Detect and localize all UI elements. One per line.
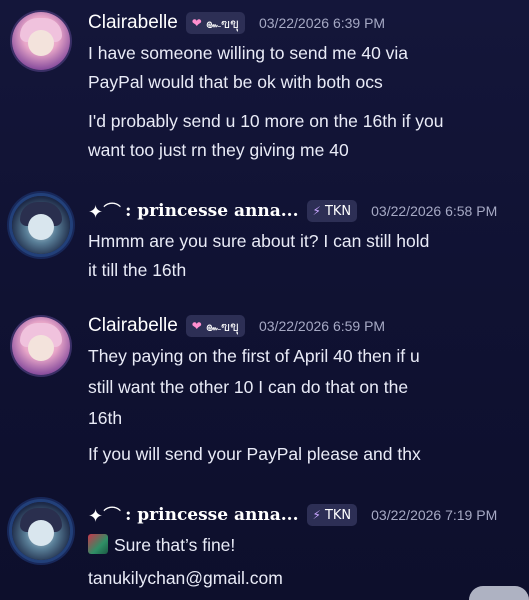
message-text: Sure that’s fine!	[114, 535, 236, 555]
timestamp: 03/22/2026 6:39 PM	[258, 15, 386, 31]
message-text: If you will send your PayPal please and …	[88, 444, 421, 464]
heart-icon: ❤	[191, 319, 202, 333]
sparkle-icon: ✦⌒	[88, 202, 122, 223]
timestamp: 03/22/2026 6:58 PM	[371, 203, 498, 219]
avatar[interactable]	[12, 317, 70, 375]
message-text: want too just rn they giving me 40	[88, 140, 349, 160]
avatar-face	[28, 214, 54, 240]
avatar[interactable]	[12, 502, 70, 560]
heart-icon: ❤	[191, 16, 202, 30]
badge-label: ๛ฃขุ	[205, 319, 239, 335]
badge-label: ๛ฃขุ	[205, 16, 239, 32]
author-name[interactable]: Clairabelle	[88, 315, 178, 337]
message-text: I have someone willing to send me 40 via	[88, 43, 409, 63]
role-badge[interactable]: ⚡ TKN	[306, 504, 358, 526]
scroll-indicator[interactable]	[469, 586, 529, 600]
author-name[interactable]: Clairabelle	[88, 12, 178, 34]
timestamp: 03/22/2026 7:19 PM	[371, 507, 498, 523]
lightning-icon: ⚡	[312, 204, 321, 218]
avatar-face	[28, 335, 54, 361]
message-text: They paying on the first of April 40 the…	[88, 346, 420, 366]
message-text: it till the 16th	[88, 260, 187, 280]
message-header: Clairabelle ❤ ๛ฃขุ 03/22/2026 6:59 PM	[88, 313, 385, 339]
message-text: Hmmm are you sure about it? I can still …	[88, 231, 430, 251]
message-text: still want the other 10 I can do that on…	[88, 377, 409, 397]
badge-label: TKN	[324, 507, 352, 523]
sparkle-icon: ✦⌒	[88, 506, 122, 527]
author-name[interactable]: : princesse anna...	[125, 201, 298, 221]
avatar-face	[28, 520, 54, 546]
badge-label: TKN	[324, 203, 352, 219]
role-badge[interactable]: ⚡ TKN	[306, 200, 358, 222]
message-text-row: Sure that’s fine!	[88, 531, 235, 559]
message-text: 16th	[88, 408, 123, 428]
timestamp: 03/22/2026 6:59 PM	[258, 318, 386, 334]
lightning-icon: ⚡	[312, 508, 321, 522]
message-text: I'd probably send u 10 more on the 16th …	[88, 111, 444, 131]
message-text[interactable]: tanukilychan@gmail.com	[88, 564, 283, 592]
avatar-face	[28, 30, 54, 56]
message-header: Clairabelle ❤ ๛ฃขุ 03/22/2026 6:39 PM	[88, 10, 385, 36]
message-header: ✦⌒ : princesse anna... ⚡ TKN 03/22/2026 …	[88, 198, 497, 224]
role-badge[interactable]: ❤ ๛ฃขุ	[185, 12, 245, 34]
message-header: ✦⌒ : princesse anna... ⚡ TKN 03/22/2026 …	[88, 502, 497, 528]
avatar[interactable]	[12, 196, 70, 254]
role-badge[interactable]: ❤ ๛ฃขุ	[185, 315, 245, 337]
author-name[interactable]: : princesse anna...	[125, 505, 298, 525]
message-text: PayPal would that be ok with both ocs	[88, 72, 383, 92]
avatar[interactable]	[12, 12, 70, 70]
custom-emoji-icon	[88, 534, 108, 554]
